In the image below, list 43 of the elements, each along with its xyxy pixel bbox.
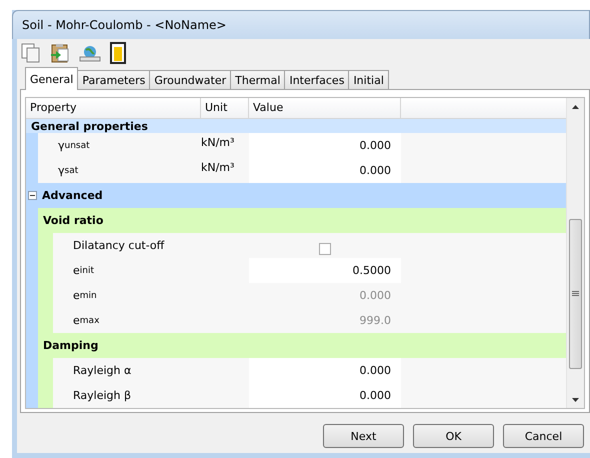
column-header[interactable]: Unit (201, 98, 249, 118)
value-field[interactable]: 0.000 (249, 383, 401, 408)
unit-cell-text: kN/m³ (201, 160, 236, 176)
tab[interactable]: Interfaces (284, 70, 350, 89)
group-title: Damping (43, 339, 98, 352)
value-field[interactable]: 0.000 (249, 158, 401, 183)
group-title: General properties (31, 120, 148, 132)
dialog-button[interactable]: Next (323, 424, 404, 448)
tab[interactable]: Parameters (77, 70, 150, 89)
checkbox[interactable] (319, 242, 331, 254)
group-title: Advanced (42, 189, 103, 202)
group-title: Void ratio (43, 214, 104, 227)
collapse-icon[interactable] (28, 191, 37, 200)
column-header[interactable]: Value (249, 98, 401, 118)
property-name: Rayleigh α (72, 363, 132, 379)
property-name: Rayleigh β (72, 388, 132, 404)
indent-stripe (26, 383, 38, 408)
document-copy-icon[interactable] (21, 43, 41, 63)
group-row[interactable]: Damping (38, 333, 566, 358)
dialog-button[interactable]: OK (413, 424, 494, 448)
tab[interactable]: Groundwater (149, 70, 232, 89)
group-row[interactable]: Advanced (26, 183, 566, 208)
group-row[interactable]: General properties (26, 119, 566, 133)
dialog-button[interactable]: Cancel (503, 424, 584, 448)
value-field[interactable]: 0.5000 (249, 258, 401, 283)
window-title: Soil - Mohr-Coulomb - <NoName> (12, 10, 590, 39)
value-field[interactable]: 0.000 (249, 133, 401, 158)
tab[interactable]: Thermal (230, 70, 286, 89)
tab[interactable]: Initial (348, 70, 389, 89)
column-header[interactable]: Property (26, 98, 201, 118)
value-field[interactable]: 0.000 (249, 358, 401, 383)
grip-icon (572, 291, 579, 297)
indent-stripe (26, 133, 38, 158)
property-name: Dilatancy cut-off (72, 238, 166, 254)
indent-stripe (38, 383, 53, 408)
scrollbar[interactable] (566, 98, 584, 408)
scroll-down-icon[interactable] (572, 398, 579, 402)
unit-cell-text: kN/m³ (201, 135, 236, 151)
scroll-up-icon[interactable] (572, 104, 579, 108)
globe-ruler-icon[interactable] (79, 44, 101, 62)
group-row[interactable]: Void ratio (38, 208, 566, 233)
tab[interactable]: General (25, 67, 78, 90)
column-icon[interactable] (110, 42, 126, 64)
